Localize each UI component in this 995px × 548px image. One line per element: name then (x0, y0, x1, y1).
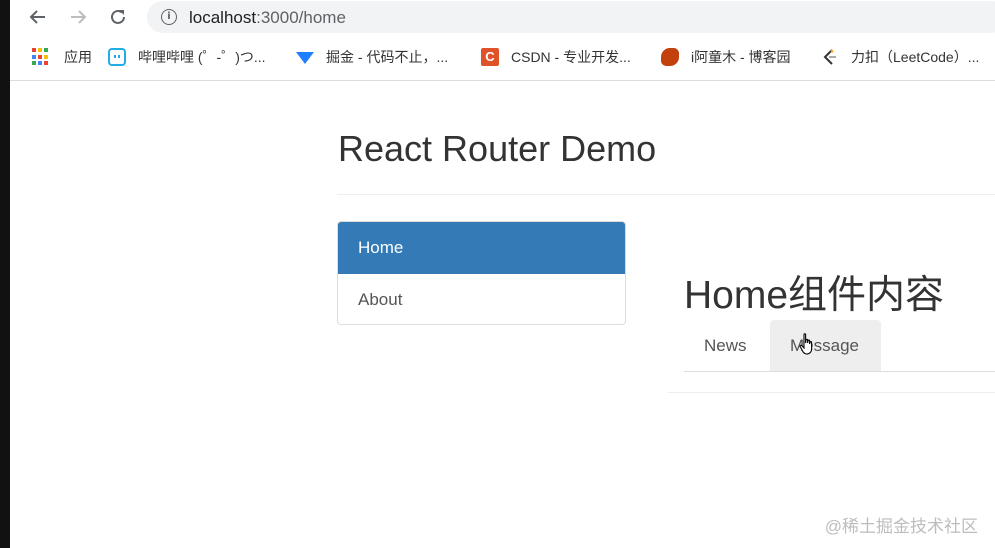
tab-message[interactable]: Message (770, 320, 881, 371)
bookmark-juejin[interactable]: 掘金 - 代码不止，... (296, 46, 448, 68)
bookmark-cnblogs[interactable]: i阿童木 - 博客园 (661, 46, 791, 68)
bookmark-label: 力扣（LeetCode）... (851, 49, 980, 65)
nav-list: Home About (337, 221, 626, 325)
info-icon[interactable]: i (161, 9, 177, 25)
url-text: localhost:3000/home (189, 8, 346, 28)
nav-item-home[interactable]: Home (338, 222, 625, 274)
back-button[interactable] (26, 5, 50, 29)
watermark: @稀土掘金技术社区 (824, 517, 978, 536)
left-edge-strip (0, 0, 10, 548)
page-title: React Router Demo (338, 128, 657, 169)
reload-button[interactable] (106, 5, 130, 29)
bilibili-icon (108, 48, 126, 66)
address-bar[interactable]: i localhost:3000/home (147, 1, 995, 33)
bookmark-leetcode[interactable]: 力扣（LeetCode）... (821, 46, 979, 68)
tab-panel-divider (668, 392, 995, 393)
browser-toolbar: i localhost:3000/home (10, 0, 995, 34)
juejin-icon (296, 48, 314, 66)
reload-icon (111, 9, 125, 24)
url-path: :3000/home (256, 8, 346, 27)
csdn-icon: C (481, 48, 499, 66)
tabs-border (684, 371, 995, 372)
nav-item-about[interactable]: About (338, 274, 625, 324)
bookmarks-bar: 应用 哔哩哔哩 (゜-゜)つ... 掘金 - 代码不止，... C CSDN -… (10, 34, 995, 81)
home-heading: Home组件内容 (684, 274, 945, 317)
home-tabs: News Message (684, 320, 995, 372)
bookmark-label: CSDN - 专业开发... (511, 49, 631, 65)
bookmark-bilibili[interactable]: 哔哩哔哩 (゜-゜)つ... (108, 46, 266, 68)
bookmark-label: 哔哩哔哩 (゜-゜)つ... (138, 49, 266, 65)
url-host: localhost (189, 8, 257, 27)
tab-news[interactable]: News (684, 320, 767, 371)
bookmark-label: i阿童木 - 博客园 (691, 49, 791, 65)
bookmark-label: 应用 (64, 49, 92, 65)
apps-grid-icon (30, 46, 52, 68)
forward-button[interactable] (66, 5, 90, 29)
bookmark-csdn[interactable]: C CSDN - 专业开发... (481, 46, 631, 68)
arrow-right-icon (71, 10, 87, 24)
bookmark-label: 掘金 - 代码不止，... (326, 49, 449, 65)
leetcode-icon (821, 48, 839, 66)
arrow-left-icon (29, 10, 45, 24)
bookmark-apps[interactable]: 应用 (30, 46, 92, 68)
header-divider (337, 194, 995, 195)
cnblogs-icon (661, 48, 679, 66)
hand-cursor-icon (799, 333, 813, 355)
